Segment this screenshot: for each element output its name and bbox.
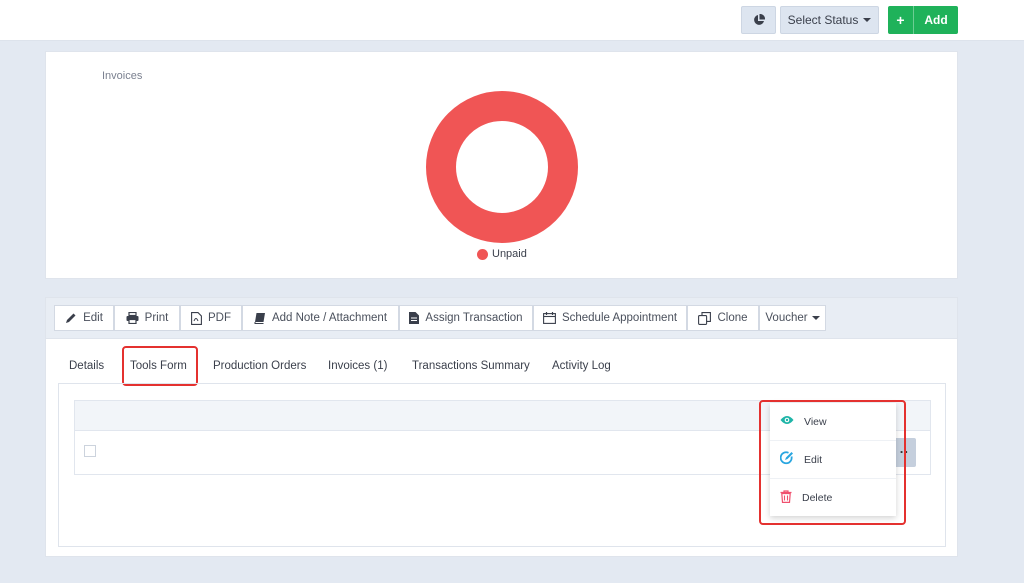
tab-details[interactable]: Details bbox=[69, 360, 104, 372]
assign-transaction-label: Assign Transaction bbox=[425, 312, 523, 324]
edit-label: Edit bbox=[83, 312, 103, 324]
printer-icon bbox=[126, 312, 139, 324]
edit-button[interactable]: Edit bbox=[54, 305, 114, 331]
document-icon bbox=[409, 312, 420, 324]
calendar-icon bbox=[543, 312, 556, 324]
print-label: Print bbox=[144, 312, 169, 324]
pdf-label: PDF bbox=[208, 312, 231, 324]
legend-dot-unpaid bbox=[477, 248, 488, 260]
add-label: Add bbox=[924, 13, 948, 27]
row-checkbox[interactable] bbox=[84, 445, 96, 457]
donut-slice-unpaid bbox=[426, 91, 578, 243]
add-note-label: Add Note / Attachment bbox=[271, 312, 388, 324]
add-button[interactable]: + Add bbox=[888, 6, 958, 34]
invoices-chart-card: Invoices Unpaid bbox=[45, 51, 958, 279]
pdf-button[interactable]: PDF bbox=[180, 305, 242, 331]
clone-label: Clone bbox=[717, 312, 748, 324]
clone-button[interactable]: Clone bbox=[687, 305, 759, 331]
add-note-button[interactable]: Add Note / Attachment bbox=[242, 305, 399, 331]
caret-down-icon bbox=[863, 18, 872, 22]
tab-activity-log[interactable]: Activity Log bbox=[552, 360, 611, 372]
voucher-dropdown[interactable]: Voucher bbox=[759, 305, 826, 331]
book-icon bbox=[254, 312, 266, 324]
print-button[interactable]: Print bbox=[114, 305, 180, 331]
action-toolbar: Edit Print PDF Add Note / Attachment Ass… bbox=[46, 298, 957, 339]
tools-form-highlight bbox=[122, 346, 198, 386]
caret-down-icon bbox=[811, 316, 820, 320]
plus-icon: + bbox=[888, 6, 914, 34]
select-status-dropdown[interactable]: Select Status bbox=[780, 6, 879, 34]
chart-legend: Unpaid bbox=[477, 248, 527, 260]
schedule-appointment-button[interactable]: Schedule Appointment bbox=[533, 305, 687, 331]
clone-icon bbox=[698, 311, 712, 325]
donut-chart bbox=[426, 91, 578, 243]
pencil-icon bbox=[65, 312, 77, 324]
voucher-label: Voucher bbox=[765, 312, 808, 324]
pdf-file-icon bbox=[191, 311, 202, 325]
chart-toggle-button[interactable] bbox=[741, 6, 776, 34]
top-bar: Select Status + Add bbox=[0, 0, 1024, 41]
assign-transaction-button[interactable]: Assign Transaction bbox=[399, 305, 533, 331]
legend-label-unpaid: Unpaid bbox=[492, 248, 527, 260]
tab-transactions-summary[interactable]: Transactions Summary bbox=[412, 360, 530, 372]
pie-chart-icon bbox=[753, 14, 765, 25]
tab-production-orders[interactable]: Production Orders bbox=[213, 360, 306, 372]
menu-highlight bbox=[759, 400, 906, 525]
select-status-label: Select Status bbox=[787, 13, 859, 27]
tab-invoices[interactable]: Invoices (1) bbox=[328, 360, 387, 372]
schedule-appointment-label: Schedule Appointment bbox=[561, 312, 678, 324]
